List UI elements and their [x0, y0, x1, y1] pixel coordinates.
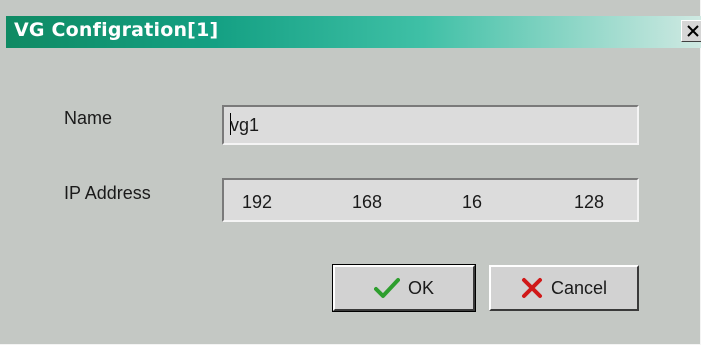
ip-address-input[interactable]: 192 168 16 128: [222, 178, 639, 222]
title-bar[interactable]: VG Configration[1]: [6, 16, 701, 48]
cancel-button-label: Cancel: [550, 277, 608, 298]
ip-octet-4[interactable]: 128: [574, 192, 604, 213]
ok-button[interactable]: OK: [332, 264, 476, 312]
close-icon: [687, 25, 699, 37]
ip-address-label: IP Address: [64, 183, 151, 203]
cancel-button[interactable]: Cancel: [489, 265, 639, 311]
name-label: Name: [64, 108, 113, 128]
ip-octet-1[interactable]: 192: [242, 192, 272, 213]
name-input[interactable]: vg1: [222, 105, 639, 145]
ok-button-label: OK: [407, 277, 434, 298]
red-x-icon: [521, 277, 543, 299]
close-button[interactable]: [681, 20, 701, 42]
window-title: VG Configration[1]: [14, 19, 219, 41]
checkmark-icon: [373, 277, 400, 299]
ip-octet-2[interactable]: 168: [352, 192, 382, 213]
ip-octet-3[interactable]: 16: [462, 192, 482, 213]
name-input-value: vg1: [230, 115, 260, 135]
vg-configuration-dialog: VG Configration[1] Name vg1 IP Address 1…: [0, 0, 701, 345]
